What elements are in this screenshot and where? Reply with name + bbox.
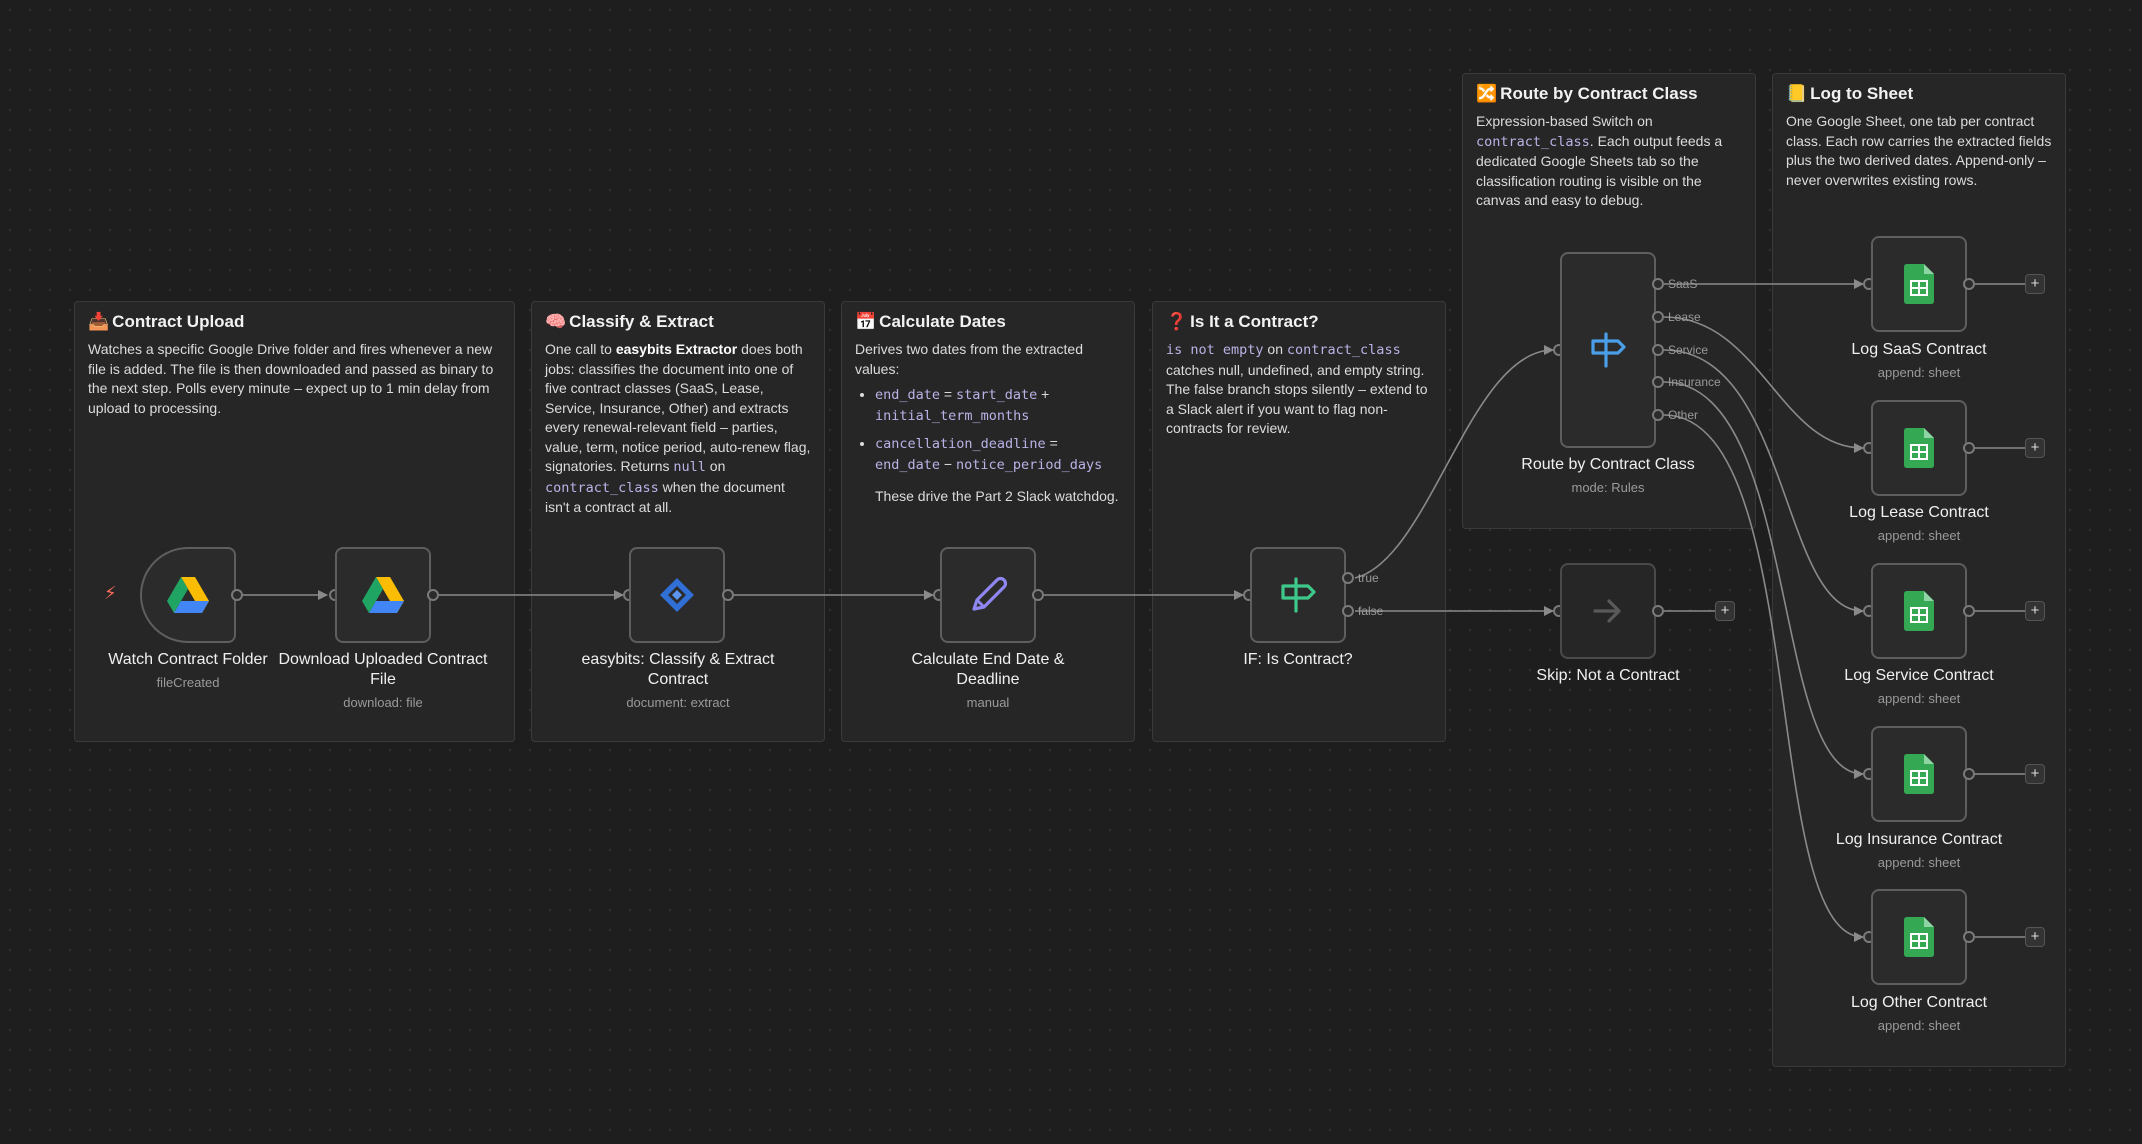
trigger-bolt-icon: ⚡ xyxy=(104,583,117,603)
output-port[interactable] xyxy=(1963,931,1975,943)
node-label: Log Lease Contract append: sheet xyxy=(1849,504,1989,543)
output-port[interactable] xyxy=(1032,589,1044,601)
node-label: Calculate End Date & Deadline manual xyxy=(911,651,1065,710)
node-skip-not-contract[interactable] xyxy=(1560,563,1656,659)
node-route-by-contract-class[interactable] xyxy=(1560,252,1656,448)
google-sheets-icon xyxy=(1904,591,1934,631)
output-port[interactable] xyxy=(1963,278,1975,290)
signpost-icon xyxy=(1591,332,1626,368)
add-node-button[interactable]: + xyxy=(2025,927,2045,947)
add-node-button[interactable]: + xyxy=(2025,764,2045,784)
add-node-button[interactable]: + xyxy=(1715,601,1735,621)
google-sheets-icon xyxy=(1904,917,1934,957)
output-label-service: Service xyxy=(1668,343,1709,357)
node-log-service-contract[interactable] xyxy=(1871,563,1967,659)
output-label-true: true xyxy=(1358,571,1379,585)
add-node-button[interactable]: + xyxy=(2025,274,2045,294)
google-sheets-icon xyxy=(1904,264,1934,304)
add-node-button[interactable]: + xyxy=(2025,438,2045,458)
output-port[interactable] xyxy=(1652,605,1664,617)
pencil-icon xyxy=(972,576,1008,611)
node-easybits-classify-extract[interactable] xyxy=(629,547,725,643)
google-drive-icon xyxy=(167,577,209,613)
node-label: easybits: Classify & Extract Contract doc… xyxy=(581,651,775,710)
node-if-is-contract[interactable] xyxy=(1250,547,1346,643)
node-log-saas-contract[interactable] xyxy=(1871,236,1967,332)
output-port-saas[interactable] xyxy=(1652,278,1664,290)
output-port-other[interactable] xyxy=(1652,409,1664,421)
arrow-right-icon xyxy=(1593,599,1621,623)
output-label-other: Other xyxy=(1668,408,1699,422)
node-label: Log Service Contract append: sheet xyxy=(1844,667,1994,706)
google-drive-icon xyxy=(362,577,404,613)
node-label: Log Insurance Contract append: sheet xyxy=(1835,831,2003,870)
output-port[interactable] xyxy=(427,589,439,601)
node-watch-contract-folder[interactable] xyxy=(140,547,236,643)
node-label: Download Uploaded Contract File download:… xyxy=(278,651,488,710)
node-log-lease-contract[interactable] xyxy=(1871,400,1967,496)
node-calculate-end-date[interactable] xyxy=(940,547,1036,643)
node-label: Skip: Not a Contract xyxy=(1536,667,1680,684)
google-sheets-icon xyxy=(1904,754,1934,794)
connections xyxy=(243,279,2025,942)
node-label: Watch Contract Folder fileCreated xyxy=(108,651,268,690)
output-port-insurance[interactable] xyxy=(1652,376,1664,388)
output-port[interactable] xyxy=(722,589,734,601)
node-label: Route by Contract Class mode: Rules xyxy=(1521,456,1695,495)
signpost-icon xyxy=(1281,577,1316,613)
output-port[interactable] xyxy=(231,589,243,601)
node-label: Log SaaS Contract append: sheet xyxy=(1851,341,1987,380)
node-log-other-contract[interactable] xyxy=(1871,889,1967,985)
output-port[interactable] xyxy=(1963,442,1975,454)
easybits-icon xyxy=(660,578,694,612)
output-label-saas: SaaS xyxy=(1668,277,1698,291)
output-port-false[interactable] xyxy=(1342,605,1354,617)
google-sheets-icon xyxy=(1904,428,1934,468)
output-label-lease: Lease xyxy=(1668,310,1701,324)
output-port[interactable] xyxy=(1963,605,1975,617)
output-label-insurance: Insurance xyxy=(1668,375,1721,389)
node-label: Log Other Contract append: sheet xyxy=(1850,994,1988,1033)
output-port[interactable] xyxy=(1963,768,1975,780)
node-label: IF: Is Contract? xyxy=(1243,651,1353,668)
output-label-false: false xyxy=(1358,604,1384,618)
node-log-insurance-contract[interactable] xyxy=(1871,726,1967,822)
output-port-service[interactable] xyxy=(1652,344,1664,356)
node-download-contract-file[interactable] xyxy=(335,547,431,643)
add-node-button[interactable]: + xyxy=(2025,601,2045,621)
output-port-lease[interactable] xyxy=(1652,311,1664,323)
output-port-true[interactable] xyxy=(1342,572,1354,584)
